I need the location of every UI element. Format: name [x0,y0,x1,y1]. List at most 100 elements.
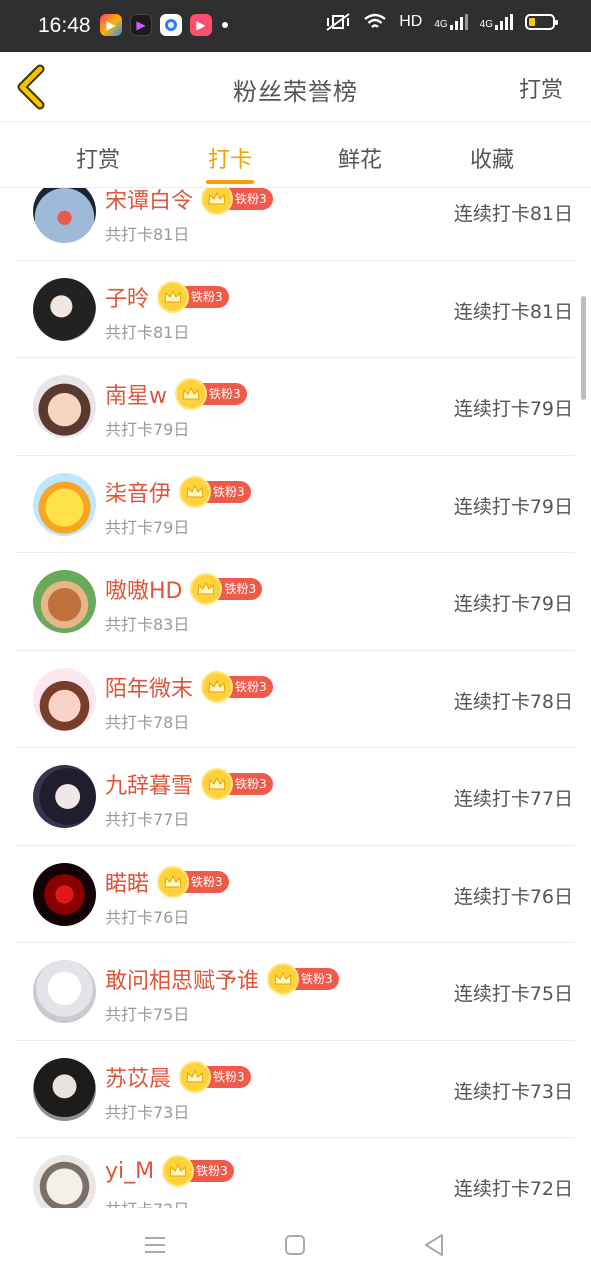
avatar[interactable] [33,472,96,536]
list-item[interactable]: 子昤 铁粉3 共打卡81日 连续打卡81日 [16,261,575,358]
fan-level-badge: 铁粉3 [175,378,247,410]
checkin-streak: 连续打卡76日 [453,885,573,908]
list-item[interactable]: 陌年微末 铁粉3 共打卡78日 连续打卡78日 [16,651,575,748]
avatar[interactable] [33,960,96,1023]
notification-icons: ▶ ▶ ▶ [100,14,228,36]
list-item[interactable]: 宋谭白令 铁粉3 共打卡81日 连续打卡81日 [16,188,575,261]
fan-level-badge: 铁粉3 [162,1155,234,1187]
fan-level-badge: 铁粉3 [267,963,339,995]
checkin-streak: 连续打卡81日 [453,203,573,225]
total-checkins: 共打卡76日 [105,907,190,927]
tab-flowers[interactable]: 鲜花 [300,142,420,174]
avatar[interactable] [33,1057,96,1121]
tab-favorites[interactable]: 收藏 [432,142,552,174]
more-notifications-dot [222,22,228,28]
signal-label-1: 4G [434,19,448,30]
wifi-icon [364,13,386,28]
list-item[interactable]: 柒音伊 铁粉3 共打卡79日 连续打卡79日 [16,456,575,553]
fan-name[interactable]: 敢问相思赋予谁 [105,963,259,995]
tab-bar: 打赏 打卡 鲜花 收藏 [0,122,591,188]
hd-indicator: HD [399,13,423,30]
back-nav-button[interactable] [420,1230,450,1260]
checkin-streak: 连续打卡81日 [453,300,573,323]
crown-icon [190,573,223,605]
fan-level-badge: 铁粉3 [157,280,229,313]
name-line: 南星w 铁粉3 [105,378,247,410]
fan-level-badge: 铁粉3 [201,188,273,215]
total-checkins: 共打卡73日 [105,1102,190,1122]
triangle-back-icon [425,1234,443,1256]
crown-icon [175,378,207,410]
list-item[interactable]: yi_M 铁粉3 共打卡72日 连续打卡72日 [16,1138,575,1208]
crown-icon [201,188,234,215]
fan-name[interactable]: 九辞暮雪 [105,768,193,800]
total-checkins: 共打卡79日 [105,420,190,439]
fan-name[interactable]: 苏苡晨 [105,1061,171,1093]
player-app-icon: ▶ [190,14,212,36]
list-item[interactable]: 嗷嗷HD 铁粉3 共打卡83日 连续打卡79日 [16,553,575,651]
avatar[interactable] [33,375,96,438]
fan-name[interactable]: 柒音伊 [105,476,171,508]
total-checkins: 共打卡79日 [105,517,190,537]
total-checkins: 共打卡81日 [105,322,190,342]
avatar[interactable] [33,570,96,633]
total-checkins: 共打卡78日 [105,712,190,732]
active-tab-indicator [206,180,254,184]
name-line: 子昤 铁粉3 [105,280,229,313]
fan-level-badge: 铁粉3 [179,1060,251,1093]
tab-reward[interactable]: 打赏 [38,142,158,174]
name-line: 陌年微末 铁粉3 [105,670,273,703]
video-app-icon: ▶ [100,14,122,36]
checkin-streak: 连续打卡73日 [453,1080,573,1103]
fan-level-badge: 铁粉3 [201,670,273,703]
list-item[interactable]: 睰睰 铁粉3 共打卡76日 连续打卡76日 [16,846,575,943]
avatar[interactable] [33,1155,96,1208]
page-title: 粉丝荣誉榜 [233,78,358,106]
fan-name[interactable]: yi_M [105,1159,154,1184]
reward-button[interactable]: 打赏 [519,72,563,104]
system-indicators: HD 4G 4G [325,12,558,32]
name-line: 柒音伊 铁粉3 [105,475,251,508]
menu-button[interactable] [140,1230,170,1260]
name-line: yi_M 铁粉3 [105,1155,234,1187]
fan-list[interactable]: 宋谭白令 铁粉3 共打卡81日 连续打卡81日 子昤 铁粉3 共打卡81日 连续打卡81日 南星… [0,188,591,1208]
signal-icon-2 [495,14,513,30]
fan-level-badge: 铁粉3 [157,865,229,898]
fan-name[interactable]: 宋谭白令 [105,188,193,215]
name-line: 苏苡晨 铁粉3 [105,1060,251,1093]
fan-name[interactable]: 睰睰 [105,866,149,898]
checkin-streak: 连续打卡79日 [453,593,573,615]
fan-name[interactable]: 嗷嗷HD [105,573,182,605]
scrollbar[interactable] [581,296,586,400]
status-time: 16:48 [38,14,91,37]
fan-name[interactable]: 南星w [105,378,167,410]
list-item[interactable]: 苏苡晨 铁粉3 共打卡73日 连续打卡73日 [16,1041,575,1138]
name-line: 嗷嗷HD 铁粉3 [105,573,263,605]
total-checkins: 共打卡72日 [105,1196,189,1208]
mute-vibrate-icon [326,13,350,31]
tab-checkin[interactable]: 打卡 [170,142,290,174]
list-item[interactable]: 敢问相思赋予谁 铁粉3 共打卡75日 连续打卡75日 [16,943,575,1041]
list-item[interactable]: 南星w 铁粉3 共打卡79日 连续打卡79日 [16,358,575,456]
home-button[interactable] [280,1230,310,1260]
avatar[interactable] [33,765,96,828]
crown-icon [201,768,234,800]
avatar[interactable] [33,277,96,341]
avatar[interactable] [33,862,96,926]
total-checkins: 共打卡75日 [105,1005,190,1024]
crown-icon [157,280,190,313]
fan-name[interactable]: 陌年微末 [105,671,193,703]
checkin-streak: 连续打卡75日 [453,983,573,1005]
name-line: 九辞暮雪 铁粉3 [105,768,273,800]
menu-icon [145,1237,165,1253]
crown-icon [157,865,190,898]
fan-level-badge: 铁粉3 [190,573,263,605]
checkin-streak: 连续打卡78日 [453,690,573,713]
fan-name[interactable]: 子昤 [105,281,149,313]
name-line: 敢问相思赋予谁 铁粉3 [105,963,339,995]
crown-icon [201,670,234,703]
list-item[interactable]: 九辞暮雪 铁粉3 共打卡77日 连续打卡77日 [16,748,575,846]
avatar[interactable] [33,188,96,243]
fan-level-badge: 铁粉3 [201,768,273,800]
avatar[interactable] [33,667,96,731]
